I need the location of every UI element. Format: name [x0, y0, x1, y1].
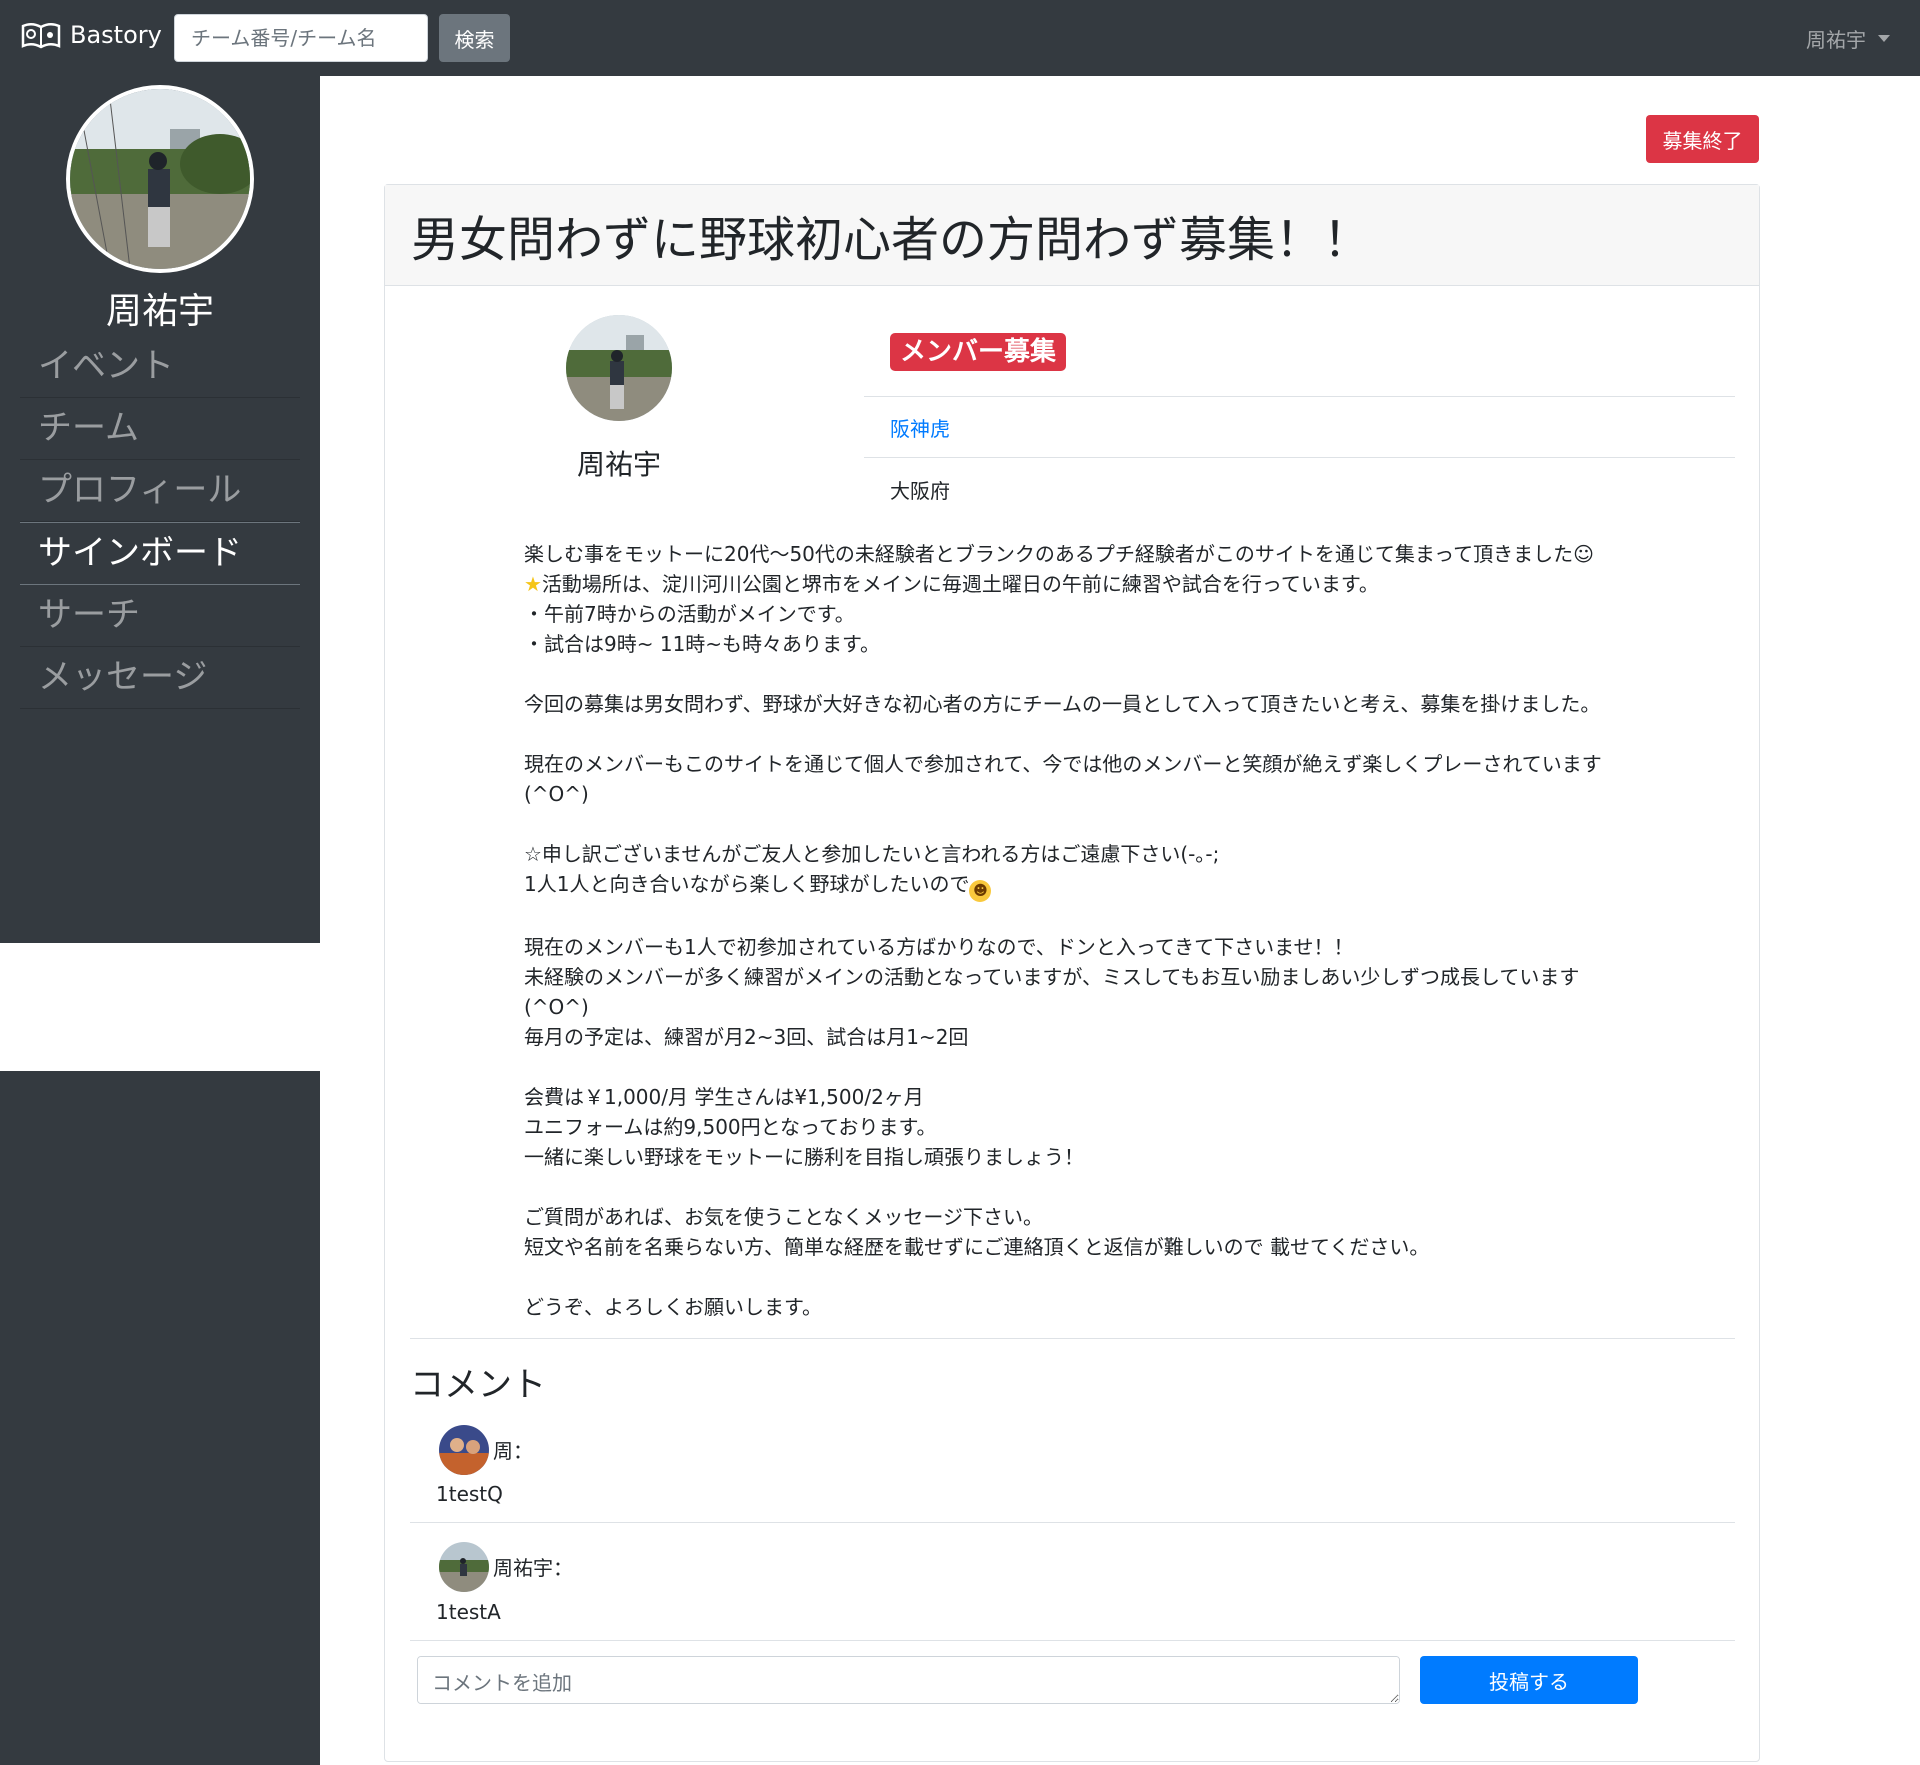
brand-logo[interactable]: Bastory: [20, 18, 162, 52]
sidebar-item-messages[interactable]: メッセージ: [20, 647, 300, 709]
comment-text: 1testA: [436, 1600, 501, 1624]
description-line: どうぞ、よろしくお願いします。: [524, 1295, 822, 1319]
description-line: 楽しむ事をモットーに20代〜50代の未経験者とブランクのあるプチ経験者がこのサイ…: [524, 542, 1594, 566]
description-line: ☆申し訳ございませんがご友人と参加したいと言われる方はご遠慮下さい(-｡-;: [524, 842, 1220, 866]
post-card-header: 男女問わずに野球初心者の方問わず募集！！: [385, 185, 1759, 286]
comment-divider: [410, 1640, 1735, 1641]
description-line: 会費は￥1,000/月 学生さんは¥1,500/2ヶ月: [524, 1085, 924, 1109]
user-dropdown[interactable]: 周祐宇: [1806, 24, 1890, 53]
sidebar-item-signboard[interactable]: サインボード: [20, 522, 300, 585]
comment-avatar-photo: [439, 1425, 489, 1475]
description-line: 現在のメンバーも1人で初参加されている方ばかりなので、ドンと入ってきて下さいませ…: [524, 935, 1354, 959]
comment-author: 周：: [493, 1439, 533, 1463]
description-line: ★活動場所は、淀川河川公園と堺市をメインに毎週土曜日の午前に練習や試合を行ってい…: [524, 569, 1624, 599]
author-avatar-photo: [566, 315, 672, 421]
info-divider: [864, 396, 1735, 397]
team-search-input[interactable]: [174, 14, 428, 62]
comments-heading: コメント: [410, 1365, 546, 1405]
brand-name: Bastory: [70, 21, 162, 49]
search-button[interactable]: 検索: [439, 14, 510, 62]
prefecture-text: 大阪府: [890, 479, 950, 503]
post-comment-button[interactable]: 投稿する: [1420, 1656, 1638, 1704]
end-recruitment-button[interactable]: 募集終了: [1646, 115, 1759, 163]
section-divider: [410, 1338, 1735, 1339]
comment-text: 1testQ: [436, 1482, 503, 1506]
description-line: 短文や名前を名乗らない方、簡単な経歴を載せずにご連絡頂くと返信が難しいので 載せ…: [524, 1235, 1430, 1259]
author-avatar[interactable]: [566, 315, 672, 421]
description-line: 今回の募集は男女問わず、野球が大好きな初心者の方にチームの一員として入って頂きた…: [524, 692, 1601, 716]
comment-input[interactable]: [417, 1656, 1400, 1704]
description-line: ご質問があれば、お気を使うことなくメッセージ下さい。: [524, 1205, 1043, 1229]
book-logo-icon: [21, 23, 61, 49]
post-card: 男女問わずに野球初心者の方問わず募集！！ 周祐宇 メンバー募集 阪神虎 大阪府 …: [384, 184, 1760, 1762]
sidebar-lower-panel: [0, 1071, 320, 1765]
sidebar-item-team[interactable]: チーム: [20, 398, 300, 460]
info-divider: [864, 457, 1735, 458]
description-line: 1人1人と向き合いながら楽しく野球がしたいので ☻: [524, 869, 1624, 902]
description-line: ユニフォームは約9,500円となっております。: [524, 1115, 937, 1139]
description-text: 1人1人と向き合いながら楽しく野球がしたいので: [524, 872, 970, 896]
author-name: 周祐宇: [576, 448, 661, 481]
comment-divider: [410, 1522, 1735, 1523]
star-icon: ★: [524, 572, 542, 596]
sidebar-item-events[interactable]: イベント: [20, 336, 300, 398]
post-type-badge: メンバー募集: [890, 333, 1067, 371]
sidebar-nav: イベント チーム プロフィール サインボード サーチ メッセージ: [20, 336, 300, 709]
top-navbar: Bastory 検索 周祐宇: [0, 0, 1920, 76]
post-description: 楽しむ事をモットーに20代〜50代の未経験者とブランクのあるプチ経験者がこのサイ…: [524, 539, 1624, 1322]
comment-author: 周祐宇：: [493, 1556, 573, 1580]
description-line: 現在のメンバーもこのサイトを通じて個人で参加されて、今では他のメンバーと笑顔が絶…: [524, 752, 1602, 776]
caret-down-icon: [1878, 35, 1890, 42]
team-link[interactable]: 阪神虎: [890, 413, 950, 442]
description-line: (^O^): [524, 782, 589, 806]
description-line: 一緒に楽しい野球をモットーに勝利を目指し頑張りましょう！: [524, 1145, 1084, 1169]
comment-avatar-photo: [439, 1542, 489, 1592]
description-line: ・試合は9時~ 11時~も時々あります。: [524, 632, 881, 656]
avatar-photo: [70, 89, 250, 269]
description-line: ・午前7時からの活動がメインです。: [524, 602, 855, 626]
comment-avatar[interactable]: [439, 1542, 489, 1592]
sidebar-item-search[interactable]: サーチ: [20, 585, 300, 647]
description-line: 未経験のメンバーが多く練習がメインの活動となっていますが、ミスしてもお互い励まし…: [524, 965, 1580, 989]
description-text: 活動場所は、淀川河川公園と堺市をメインに毎週土曜日の午前に練習や試合を行っていま…: [541, 572, 1379, 596]
sidebar-user-name: 周祐宇: [105, 291, 214, 332]
sidebar-item-profile[interactable]: プロフィール: [20, 460, 300, 522]
description-line: (^O^): [524, 995, 589, 1019]
comment-avatar[interactable]: [439, 1425, 489, 1475]
description-line: 毎月の予定は、練習が月2~3回、試合は月1~2回: [524, 1025, 969, 1049]
post-title: 男女問わずに野球初心者の方問わず募集！！: [411, 212, 1372, 268]
user-dropdown-label: 周祐宇: [1806, 28, 1866, 52]
smile-icon: ☻: [969, 880, 992, 902]
sidebar-avatar[interactable]: [66, 85, 254, 273]
